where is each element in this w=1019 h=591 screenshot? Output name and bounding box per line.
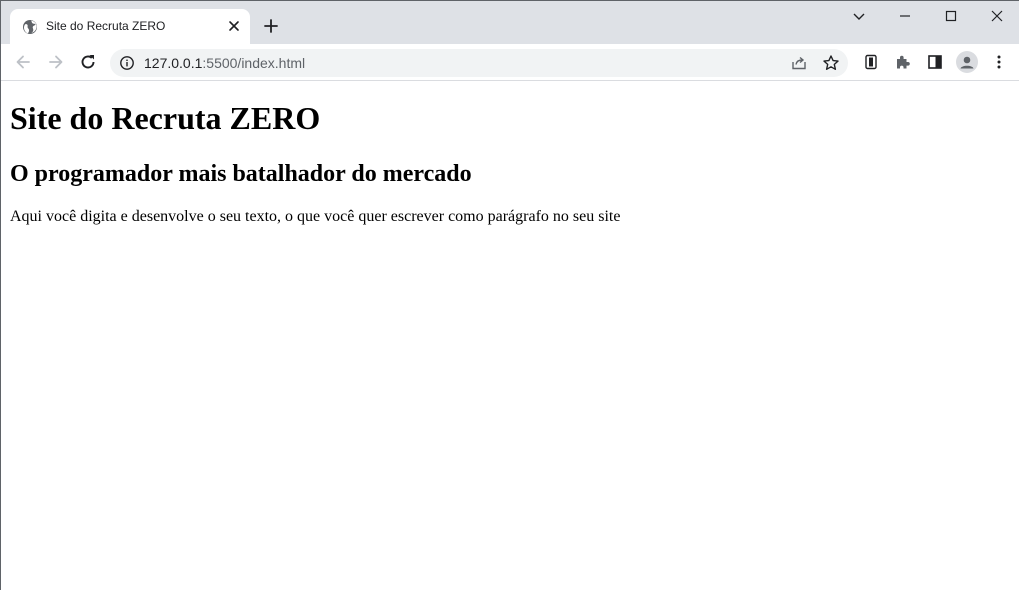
chevron-down-icon [853,13,865,20]
arrow-right-icon [49,55,63,69]
page-heading: Site do Recruta ZERO [10,100,321,136]
extension-button[interactable] [861,52,881,72]
browser-window: Site do Recruta ZERO 127.0.0.1:5500/inde… [0,0,1019,590]
minimize-button[interactable] [895,6,915,26]
tab-title: Site do Recruta ZERO [46,19,166,33]
bookmark-button[interactable] [821,53,841,73]
minimize-icon [900,15,910,17]
side-panel-icon [928,55,942,69]
url-host: 127.0.0.1 [144,55,203,71]
tab-search-button[interactable] [849,6,869,26]
close-icon [991,10,1003,22]
tab-strip: Site do Recruta ZERO [1,1,1019,44]
page-subheading: O programador mais batalhador do mercado [10,161,472,187]
browser-toolbar: 127.0.0.1:5500/index.html [1,44,1019,81]
puzzle-icon [897,55,910,69]
extensions-button[interactable] [893,52,913,72]
maximize-button[interactable] [941,6,961,26]
maximize-icon [945,10,957,22]
avatar-icon [960,56,974,69]
browser-tab[interactable]: Site do Recruta ZERO [10,9,250,44]
new-tab-button[interactable] [262,17,280,35]
close-window-button[interactable] [987,6,1007,26]
globe-icon [22,19,38,35]
share-button[interactable] [789,53,809,73]
reload-button[interactable] [78,52,98,72]
forward-button[interactable] [46,52,66,72]
share-icon [792,56,806,70]
address-bar[interactable]: 127.0.0.1:5500/index.html [110,49,848,77]
more-vert-icon [997,55,1001,69]
url-text: 127.0.0.1:5500/index.html [144,55,305,71]
arrow-left-icon [16,55,30,69]
extension-icon [865,54,877,70]
close-tab-icon[interactable] [226,18,242,34]
plus-icon [264,19,278,33]
page-content: Site do Recruta ZERO O programador mais … [1,81,1019,591]
profile-avatar[interactable] [956,51,978,73]
url-path: :5500/index.html [202,55,306,71]
side-panel-button[interactable] [925,52,945,72]
info-icon[interactable] [119,55,135,71]
menu-button[interactable] [989,52,1009,72]
star-icon [823,55,839,70]
reload-icon [81,55,95,69]
page-paragraph: Aqui você digita e desenvolve o seu text… [10,208,621,225]
back-button[interactable] [13,52,33,72]
